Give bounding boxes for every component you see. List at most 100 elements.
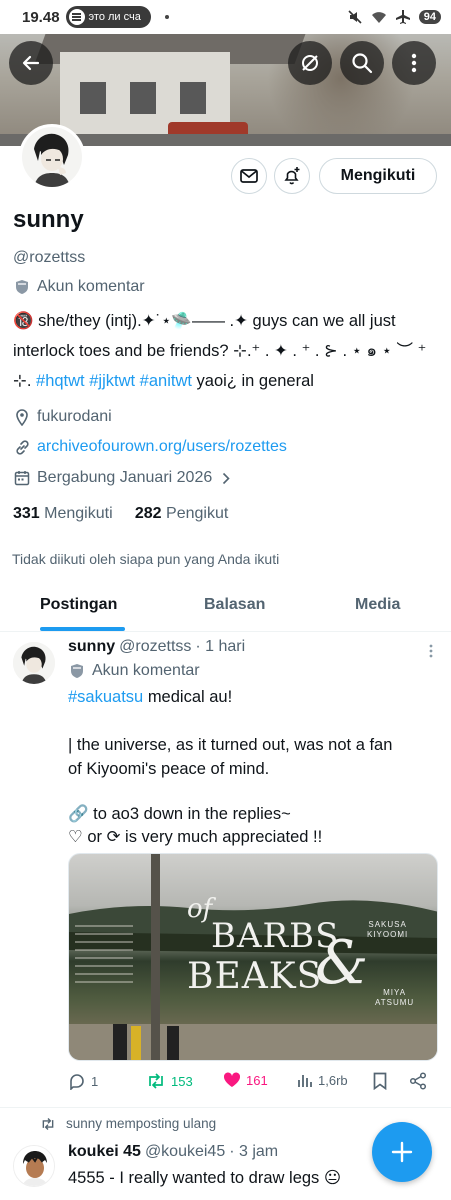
- media-title-beaks: BEAKS: [187, 956, 323, 997]
- banner-window: [80, 82, 106, 114]
- message-button[interactable]: [231, 158, 267, 194]
- tweet-line: | the universe, as it turned out, was no…: [68, 736, 393, 754]
- shield-icon: [68, 662, 86, 680]
- tweet-author-name[interactable]: koukei 45: [68, 1143, 141, 1161]
- profile-handle: @rozettss: [13, 249, 86, 266]
- tweet-author-handle[interactable]: @rozettss: [119, 638, 191, 656]
- search-icon: [352, 53, 373, 74]
- bio-line: 🔞 she/they (intj).✦˙⋆🛸—— .✦ guys can we …: [13, 312, 396, 330]
- tab-replies[interactable]: Balasan: [204, 596, 265, 614]
- chevron-right-icon: [223, 472, 230, 484]
- website-row: archiveofourown.org/users/rozettes: [13, 438, 287, 456]
- shield-icon: [13, 278, 31, 296]
- bell-plus-icon: [284, 167, 300, 185]
- link-icon: [13, 438, 31, 456]
- more-options-button[interactable]: [392, 41, 436, 85]
- following-stat[interactable]: 331 Mengikuti: [13, 505, 113, 522]
- profile-avatar[interactable]: [19, 124, 85, 190]
- active-tab-indicator: [40, 627, 125, 631]
- spotify-icon: [68, 9, 85, 25]
- tweet-header: sunny @rozettss · 1 hari: [68, 638, 245, 656]
- compose-button[interactable]: [372, 1122, 432, 1182]
- plus-icon: [391, 1141, 413, 1163]
- grok-icon: [302, 55, 318, 71]
- bookmark-button[interactable]: [373, 1072, 387, 1090]
- bio-line: interlock toes and be friends? ⊹.⁺ . ✦ .…: [13, 342, 427, 360]
- retweet-count: 153: [171, 1073, 193, 1089]
- location-row: fukurodani: [13, 408, 112, 426]
- status-time: 19.48: [22, 8, 60, 26]
- more-vertical-icon: [429, 644, 433, 658]
- followers-label: Pengikut: [166, 505, 229, 522]
- followers-stat[interactable]: 282 Pengikut: [135, 505, 228, 522]
- airplane-icon: [395, 10, 410, 24]
- tweet-line: 🔗 to ao3 down in the replies~: [68, 805, 291, 823]
- like-button[interactable]: 161: [223, 1072, 268, 1088]
- follow-stats: 331 Mengikuti 282 Pengikut: [13, 505, 228, 523]
- share-icon: [409, 1072, 427, 1090]
- reply-button[interactable]: 1: [68, 1072, 98, 1090]
- tweet-account-label-row: Akun komentar: [68, 662, 200, 680]
- analytics-icon: [298, 1075, 312, 1087]
- profile-bio: 🔞 she/they (intj).✦˙⋆🛸—— .✦ guys can we …: [13, 306, 438, 396]
- bio-line: ⊹. #hqtwt #jjktwt #anitwt yaoi¿ in gener…: [13, 366, 438, 396]
- account-label: Akun komentar: [37, 278, 145, 295]
- reply-count: 1: [91, 1073, 99, 1089]
- tab-media[interactable]: Media: [355, 596, 400, 614]
- media-title-amp: &: [315, 928, 369, 998]
- retweet-button[interactable]: 153: [146, 1072, 193, 1090]
- share-button[interactable]: [409, 1072, 427, 1090]
- website-link[interactable]: archiveofourown.org/users/rozettes: [37, 438, 287, 456]
- now-playing-text: это ли сча: [88, 11, 141, 23]
- avatar-drawing: [13, 642, 55, 684]
- search-button[interactable]: [340, 41, 384, 85]
- calendar-icon: [13, 469, 31, 487]
- tweet-author-handle[interactable]: @koukei45: [145, 1143, 225, 1161]
- views-button[interactable]: 1,6rb: [297, 1072, 348, 1088]
- notify-button[interactable]: [274, 158, 310, 194]
- heart-filled-icon: [223, 1072, 241, 1087]
- not-followed-note: Tidak diikuti oleh siapa pun yang Anda i…: [12, 551, 280, 567]
- following-button[interactable]: Mengikuti: [319, 158, 437, 194]
- grok-button[interactable]: [288, 41, 332, 85]
- location-text: fukurodani: [37, 408, 112, 425]
- bio-text: ⊹.: [13, 372, 32, 390]
- now-playing-pill[interactable]: это ли сча: [65, 6, 151, 28]
- profile-tabs: Postingan Balasan Media: [0, 584, 451, 632]
- followers-count: 282: [134, 505, 162, 522]
- more-vertical-icon: [411, 53, 417, 73]
- tweet-line: ♡ or ⟳ is very much appreciated !!: [68, 828, 323, 846]
- tweet-author-name[interactable]: sunny: [68, 638, 115, 656]
- tweet-line: of Kiyoomi's peace of mind.: [68, 760, 270, 778]
- account-label: Akun komentar: [92, 662, 200, 679]
- status-icons: 94: [347, 9, 441, 25]
- hashtag-link[interactable]: #anitwt: [140, 372, 192, 390]
- tweet-more-button[interactable]: [429, 644, 433, 658]
- tweet-line: #sakuatsu medical au!: [68, 685, 438, 709]
- tweet-time: · 3 jam: [229, 1143, 279, 1160]
- tweet-time: · 1 hari: [195, 638, 246, 655]
- like-count: 161: [246, 1072, 268, 1088]
- banner-window: [130, 82, 156, 114]
- mute-icon: [348, 10, 362, 24]
- media-name-a: SAKUSA KIYOOMI: [367, 920, 409, 939]
- location-pin-icon: [13, 408, 31, 426]
- back-button[interactable]: [9, 41, 53, 85]
- tweet-divider: [0, 1107, 451, 1108]
- views-count: 1,6rb: [318, 1072, 348, 1088]
- hashtag-link[interactable]: #hqtwt: [36, 372, 85, 390]
- joined-row[interactable]: Bergabung Januari 2026: [13, 469, 230, 487]
- bio-text: yaoi¿ in general: [196, 372, 314, 390]
- envelope-icon: [240, 169, 258, 183]
- tweet-avatar[interactable]: [13, 642, 55, 684]
- tweet-text: medical au!: [147, 688, 233, 706]
- display-name: sunny: [13, 206, 84, 233]
- hashtag-link[interactable]: #sakuatsu: [68, 688, 143, 706]
- tweet-media-image[interactable]: of BARBS & BEAKS SAKUSA KIYOOMI MIYA ATS…: [68, 853, 438, 1061]
- tweet-header: koukei 45 @koukei45 · 3 jam: [68, 1143, 278, 1161]
- notification-dot-icon: [164, 15, 169, 19]
- tab-posts[interactable]: Postingan: [40, 596, 117, 614]
- tweet-avatar[interactable]: [13, 1145, 55, 1187]
- hashtag-link[interactable]: #jjktwt: [89, 372, 135, 390]
- battery-indicator: 94: [418, 10, 441, 24]
